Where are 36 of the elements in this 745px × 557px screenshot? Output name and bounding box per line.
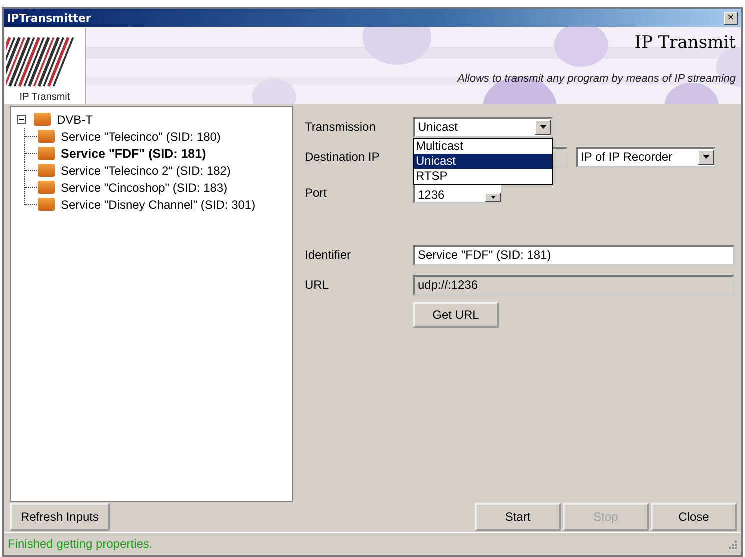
refresh-button[interactable]: Refresh Inputs [10,503,110,531]
get-url-button[interactable]: Get URL [413,302,499,328]
action-button[interactable]: Close [651,503,737,531]
header-title: IP Transmit [634,33,736,53]
tree-item[interactable]: Service "Telecinco" (SID: 180) [61,130,221,144]
window-title: IPTransmitter [7,12,92,24]
header-subtitle: Allows to transmit any program by means of IP streaming [458,73,736,85]
folder-icon [38,164,55,177]
folder-icon [38,198,55,211]
folder-icon [38,147,55,160]
tree-item[interactable]: Service "Cincoshop" (SID: 183) [61,180,228,194]
folder-icon [38,130,55,143]
field-label: Transmission [305,120,377,134]
tree-item[interactable]: Service "Disney Channel" (SID: 301) [61,198,256,212]
dropdown-option[interactable]: RTSP [414,169,552,184]
transmission-dropdown[interactable]: Unicast [413,116,553,138]
destination-dropdown[interactable]: IP of IP Recorder [576,146,716,168]
folder-icon [38,181,55,194]
tree-item[interactable]: Service "FDF" (SID: 181) [61,146,206,160]
collapse-icon[interactable] [17,115,28,124]
folder-icon [34,113,51,126]
close-button[interactable]: × [724,12,738,24]
status-text: Finished getting properties. [8,537,153,551]
resize-grip-icon[interactable] [727,539,737,549]
field-label: Destination IP [305,150,381,164]
dropdown-option[interactable]: Unicast [414,154,552,169]
field-label: Identifier [305,248,352,262]
dropdown-option[interactable]: Multicast [414,139,552,154]
field-label: URL [305,278,330,292]
identifier-field[interactable]: Service "FDF" (SID: 181) [413,244,735,266]
field-label: Port [305,186,328,200]
tree-item[interactable]: DVB-T [57,112,93,126]
tree-item[interactable]: Service "Telecinco 2" (SID: 182) [61,164,231,178]
logo-caption: IP Transmit [20,92,70,104]
action-button[interactable]: Start [475,503,561,531]
url-field[interactable]: udp://:1236 [413,274,735,296]
